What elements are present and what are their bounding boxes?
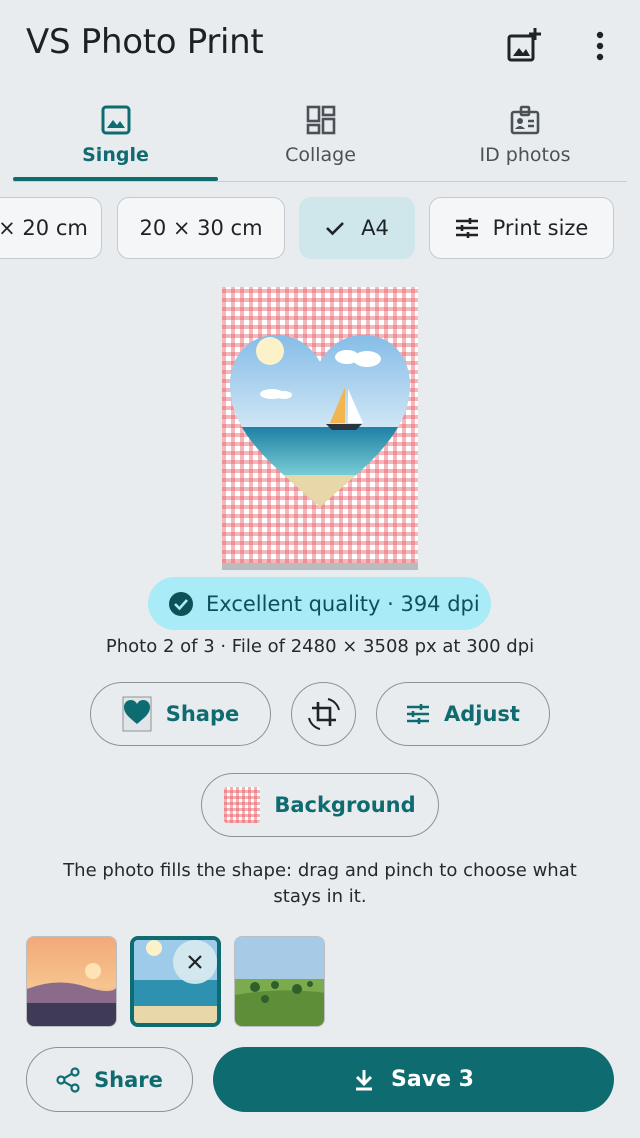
share-label: Share <box>94 1067 163 1092</box>
tab-label: Single <box>82 144 149 166</box>
share-icon <box>56 1066 80 1093</box>
print-size-chip[interactable]: Print size <box>429 197 614 259</box>
shape-label: Shape <box>165 702 240 726</box>
more-options-button[interactable] <box>576 22 624 70</box>
thumbnail-field[interactable] <box>234 936 325 1027</box>
chip-label: Print size <box>492 216 589 240</box>
heart-shape-icon <box>122 696 152 732</box>
save-button[interactable]: Save 3 <box>213 1047 614 1112</box>
adjust-label: Adjust <box>444 702 520 726</box>
tab-active-indicator <box>13 177 218 181</box>
adjust-button[interactable]: Adjust <box>376 682 550 746</box>
tab-single[interactable]: Single <box>13 92 218 182</box>
tune-icon <box>406 703 430 725</box>
tab-collage[interactable]: Collage <box>218 92 423 182</box>
tab-id-photos[interactable]: ID photos <box>423 92 627 182</box>
thumbnail-sunset[interactable] <box>26 936 117 1027</box>
add-photo-icon <box>507 28 541 62</box>
sunset-photo <box>27 937 116 1026</box>
tab-label: Collage <box>285 144 356 166</box>
size-chip-a4[interactable]: A4 <box>299 197 415 259</box>
chip-label: × 20 cm <box>0 216 88 240</box>
check-circle-icon <box>169 591 193 616</box>
check-icon <box>326 222 345 236</box>
hint-text: The photo fills the shape: drag and pinc… <box>63 860 577 907</box>
collage-grid-icon <box>306 105 335 135</box>
green-field-photo <box>235 937 324 1026</box>
share-button[interactable]: Share <box>26 1047 193 1112</box>
size-chip-20x30[interactable]: 20 × 30 cm <box>117 197 285 259</box>
shape-button[interactable]: Shape <box>90 682 271 746</box>
tune-icon <box>455 218 478 238</box>
quality-text: Excellent quality · 394 dpi <box>206 591 480 616</box>
print-preview[interactable] <box>222 287 418 563</box>
crop-rotate-icon <box>307 698 340 730</box>
add-photo-button[interactable] <box>499 22 547 70</box>
crop-rotate-button[interactable] <box>291 682 356 746</box>
background-label: Background <box>274 793 416 817</box>
chip-label: 20 × 30 cm <box>139 216 263 240</box>
app-title: VS Photo Print <box>26 22 264 62</box>
image-icon <box>101 105 130 135</box>
download-icon <box>353 1068 375 1092</box>
save-label: Save 3 <box>391 1067 474 1092</box>
chip-label: A4 <box>361 216 389 240</box>
quality-badge: Excellent quality · 394 dpi <box>148 577 491 630</box>
remove-photo-button[interactable] <box>173 940 217 984</box>
size-chip-20cm[interactable]: × 20 cm <box>0 197 102 259</box>
tab-divider <box>13 181 627 182</box>
heart-photo <box>230 335 410 507</box>
tab-label: ID photos <box>479 144 571 166</box>
more-vert-icon <box>596 31 604 61</box>
photo-info: Photo 2 of 3 · File of 2480 × 3508 px at… <box>105 636 535 657</box>
close-icon <box>188 955 202 969</box>
paper-edge <box>222 563 418 570</box>
background-button[interactable]: Background <box>201 773 439 837</box>
id-badge-icon <box>510 105 540 135</box>
gingham-swatch-icon <box>224 787 261 823</box>
